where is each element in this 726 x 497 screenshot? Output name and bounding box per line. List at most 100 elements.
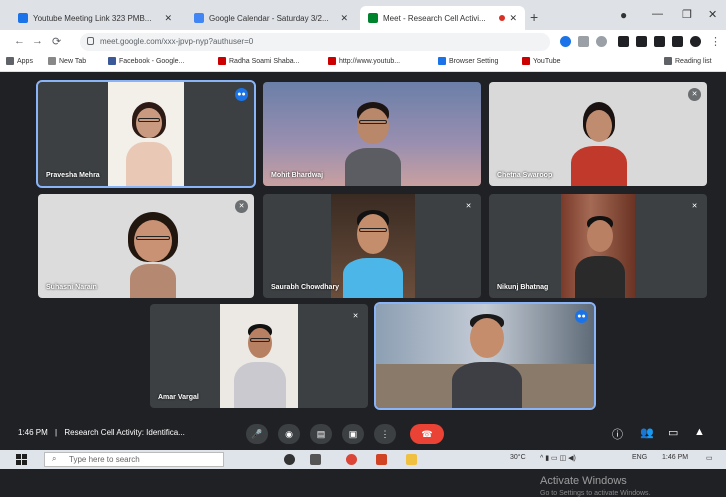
- people-icon[interactable]: 👥: [640, 426, 654, 439]
- youtube-icon: [218, 57, 226, 65]
- bookmark-reading-list[interactable]: Reading list: [664, 57, 712, 65]
- leave-call-button[interactable]: ☎: [410, 424, 444, 444]
- meeting-time: 1:46 PM: [18, 428, 48, 437]
- tray-clock[interactable]: 1:46 PM: [662, 454, 688, 461]
- info-icon[interactable]: ⓘ: [612, 426, 623, 442]
- extension-grid-icon[interactable]: [636, 36, 647, 47]
- meet-toolbar: 1:46 PM | Research Cell Activity: Identi…: [0, 416, 726, 450]
- activate-windows-title: Activate Windows: [540, 475, 627, 487]
- present-button[interactable]: ▣: [342, 424, 364, 444]
- close-icon[interactable]: ✕: [509, 13, 517, 24]
- address-bar-row: ← → ⟳ meet.google.com/xxx-jpvp-nyp?authu…: [0, 30, 726, 54]
- more-options-button[interactable]: ⋮: [374, 424, 396, 444]
- close-icon[interactable]: ✕: [340, 13, 348, 24]
- speaking-indicator-icon: ●●: [575, 310, 588, 323]
- search-icon: ⌕: [52, 454, 57, 463]
- participant-tile-7[interactable]: ✕ Amar Vargal: [150, 304, 368, 408]
- cortana-icon[interactable]: [284, 454, 295, 465]
- meeting-info: 1:46 PM | Research Cell Activity: Identi…: [18, 428, 185, 437]
- extension-puzzle-icon[interactable]: [672, 36, 683, 47]
- zoom-icon[interactable]: [578, 36, 589, 47]
- participant-tile-2[interactable]: Mohit Bhardwaj: [263, 82, 481, 186]
- star-icon[interactable]: [596, 36, 607, 47]
- mic-off-icon: ✕: [688, 200, 701, 213]
- browser-tab-3-active[interactable]: Meet - Research Cell Activi... ✕: [360, 6, 525, 30]
- browser-tab-1[interactable]: Youtube Meeting Link 323 PMB... ✕: [10, 6, 180, 30]
- maximize-icon[interactable]: ❐: [682, 8, 692, 21]
- participant-name: Mohit Bhardwaj: [271, 172, 324, 179]
- captions-button[interactable]: ▤: [310, 424, 332, 444]
- address-text: meet.google.com/xxx-jpvp-nyp?authuser=0: [100, 37, 254, 46]
- meet-icon: [368, 13, 378, 23]
- participant-tile-6[interactable]: ✕ Nikunj Bhatnag: [489, 194, 707, 298]
- facebook-icon: [108, 57, 116, 65]
- minimize-icon[interactable]: —: [652, 8, 663, 20]
- bookmark-apps[interactable]: Apps: [6, 57, 33, 65]
- participant-video: [234, 322, 286, 408]
- participant-video: [345, 100, 401, 186]
- participant-tile-4[interactable]: ✕ Suhasni Narain: [38, 194, 254, 298]
- participant-tile-8[interactable]: ●●: [374, 302, 596, 410]
- back-icon[interactable]: ←: [14, 35, 25, 47]
- camera-button[interactable]: ◉: [278, 424, 300, 444]
- new-tab-button[interactable]: +: [530, 9, 538, 25]
- window-close-icon[interactable]: ✕: [708, 8, 717, 21]
- tab-title: Meet - Research Cell Activi...: [383, 13, 486, 23]
- bookmark-youtube[interactable]: YouTube: [522, 57, 561, 65]
- reading-list-icon: [664, 57, 672, 65]
- speaking-indicator-icon: ●●: [235, 88, 248, 101]
- powerpoint-icon[interactable]: [376, 454, 387, 465]
- task-view-icon[interactable]: [310, 454, 321, 465]
- address-input[interactable]: meet.google.com/xxx-jpvp-nyp?authuser=0: [80, 33, 550, 51]
- bookmark-youtube-link[interactable]: http://www.youtub...: [328, 57, 400, 65]
- participant-name: Saurabh Chowdhary: [271, 284, 340, 291]
- close-icon[interactable]: ✕: [164, 13, 172, 24]
- mic-off-icon: ✕: [235, 200, 248, 213]
- menu-icon[interactable]: ⋮: [710, 35, 721, 48]
- profile-icon[interactable]: ●: [620, 8, 627, 22]
- file-explorer-icon[interactable]: [406, 454, 417, 465]
- participant-video: [571, 102, 627, 186]
- browser-tab-strip: Youtube Meeting Link 323 PMB... ✕ Google…: [0, 0, 726, 30]
- account-icon[interactable]: [690, 36, 701, 47]
- reload-icon[interactable]: ⟳: [52, 35, 61, 48]
- apps-icon: [6, 57, 14, 65]
- extension-check-icon[interactable]: [618, 36, 629, 47]
- taskbar-search-input[interactable]: ⌕ Type here to search: [44, 452, 224, 467]
- participant-name: Amar Vargal: [158, 394, 199, 401]
- camera-icon[interactable]: [560, 36, 571, 47]
- forward-icon[interactable]: →: [32, 35, 43, 47]
- participant-tile-1[interactable]: ●● Pravesha Mehra: [36, 80, 256, 188]
- mic-button[interactable]: 🎤: [246, 424, 268, 444]
- bookmark-radha-soami[interactable]: Radha Soami Shaba...: [218, 57, 299, 65]
- participant-video: [343, 208, 403, 298]
- extension-tag-icon[interactable]: [654, 36, 665, 47]
- mic-off-icon: ✕: [462, 200, 475, 213]
- activities-icon[interactable]: ▲: [694, 426, 705, 438]
- tray-icons[interactable]: ^ ▮ ▭ ◫ ◀): [540, 454, 576, 462]
- activate-windows-subtitle: Go to Settings to activate Windows.: [540, 490, 651, 497]
- language-indicator[interactable]: ENG: [632, 454, 647, 461]
- participant-name: Nikunj Bhatnag: [497, 284, 549, 291]
- windows-start-icon[interactable]: [16, 454, 27, 465]
- meet-grid: ●● Pravesha Mehra Mohit Bhardwaj ✕ Chetn…: [0, 72, 726, 497]
- bookmark-new-tab[interactable]: New Tab: [48, 57, 86, 65]
- mic-off-icon: ✕: [688, 88, 701, 101]
- youtube-icon: [328, 57, 336, 65]
- weather-temp[interactable]: 30°C: [510, 454, 526, 461]
- chat-icon[interactable]: ▭: [668, 426, 678, 439]
- participant-name: Chetna Swaroop: [497, 172, 553, 179]
- bookmark-facebook[interactable]: Facebook - Google...: [108, 57, 184, 65]
- youtube-icon: [522, 57, 530, 65]
- participant-name: Pravesha Mehra: [46, 172, 100, 179]
- participant-video: [575, 214, 625, 298]
- mic-off-icon: ✕: [349, 310, 362, 323]
- chrome-icon[interactable]: [346, 454, 357, 465]
- notifications-icon[interactable]: ▭: [706, 454, 713, 462]
- windows-taskbar: ⌕ Type here to search 30°C ^ ▮ ▭ ◫ ◀) EN…: [0, 450, 726, 469]
- participant-tile-5[interactable]: ✕ Saurabh Chowdhary: [263, 194, 481, 298]
- browser-tab-2[interactable]: Google Calendar - Saturday 3/2... ✕: [186, 6, 356, 30]
- participant-tile-3[interactable]: ✕ Chetna Swaroop: [489, 82, 707, 186]
- bookmark-browser-setting[interactable]: Browser Setting: [438, 57, 498, 65]
- participant-name: Suhasni Narain: [46, 284, 97, 291]
